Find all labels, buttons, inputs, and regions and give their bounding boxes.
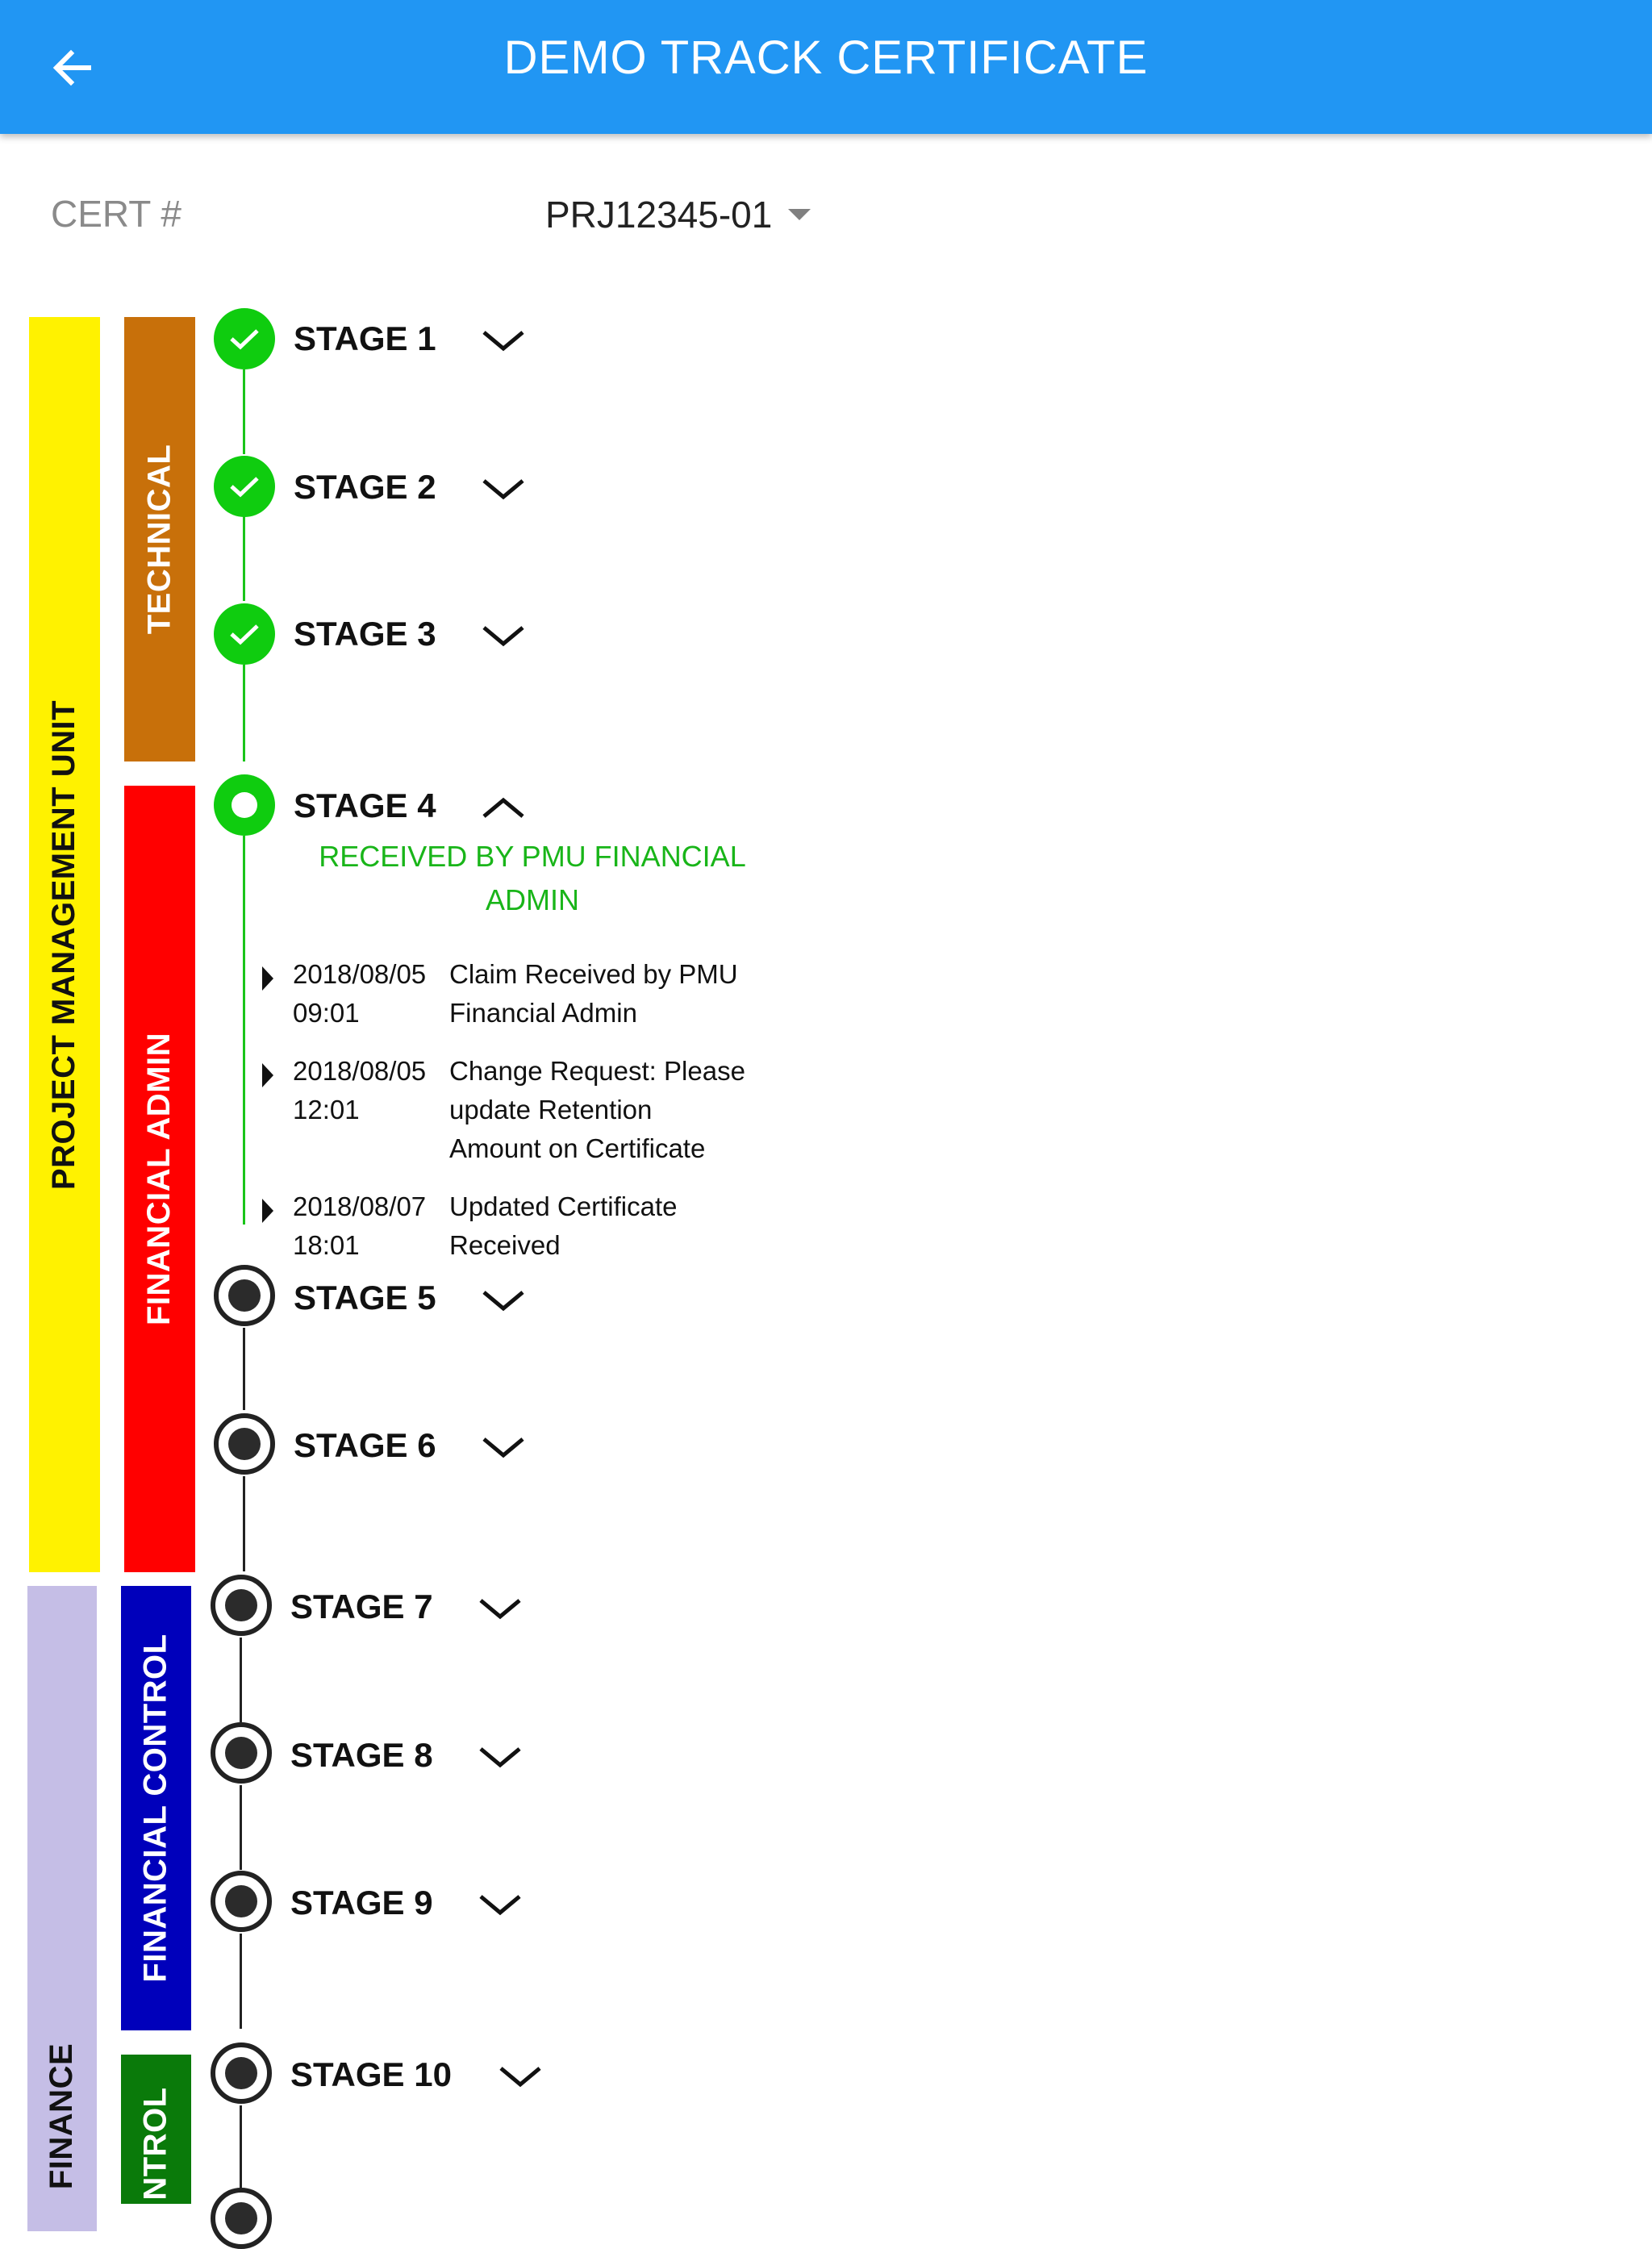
stage-label: STAGE 6	[294, 1426, 436, 1464]
chevron-down-icon[interactable]	[478, 1744, 523, 1770]
check-icon	[230, 624, 259, 645]
event-datetime: 2018/08/07 18:01	[293, 1187, 449, 1265]
chevron-down-icon[interactable]	[481, 1434, 526, 1460]
stage-pending-icon	[211, 2188, 272, 2249]
timeline-event: 2018/08/05 12:01 Change Request: Please …	[262, 1052, 827, 1168]
event-time: 12:01	[293, 1095, 360, 1124]
timeline-event: 2018/08/05 09:01 Claim Received by PMU F…	[262, 955, 827, 1033]
band-control: NTROL	[121, 2055, 191, 2204]
stage-pending-icon	[211, 2042, 272, 2104]
cert-value: PRJ12345-01	[545, 194, 773, 236]
stage-done-icon	[214, 308, 275, 369]
stage-status-line: ADMIN	[486, 883, 579, 916]
stage-done-icon	[214, 603, 275, 665]
caret-down-icon	[788, 209, 811, 220]
timeline-event: 2018/08/07 18:01 Updated Certificate Rec…	[262, 1187, 827, 1265]
stage-label: STAGE 9	[290, 1884, 433, 1921]
stage-status: RECEIVED BY PMU FINANCIAL ADMIN	[307, 835, 758, 922]
timeline-line	[240, 1934, 242, 2029]
event-description: Claim Received by PMU Financial Admin	[449, 955, 756, 1033]
chevron-down-icon[interactable]	[481, 328, 526, 353]
chevron-down-icon[interactable]	[478, 1892, 523, 1917]
chevron-down-icon[interactable]	[481, 476, 526, 502]
cert-label: CERT #	[51, 193, 181, 235]
band-financial-admin: FINANCIAL ADMIN	[124, 786, 195, 1572]
event-desc-line: update Retention	[449, 1095, 653, 1124]
event-time: 18:01	[293, 1230, 360, 1260]
event-description: Updated Certificate Received	[449, 1187, 756, 1265]
band-label: FINANCE	[44, 2042, 80, 2190]
event-datetime: 2018/08/05 12:01	[293, 1052, 449, 1168]
chevron-down-icon[interactable]	[478, 1596, 523, 1621]
band-finance: FINANCE	[27, 1586, 97, 2231]
timeline-line	[243, 1328, 245, 1410]
event-date: 2018/08/05	[293, 959, 427, 989]
stage-label: STAGE 10	[290, 2055, 452, 2093]
band-label: TECHNICAL	[141, 444, 177, 635]
stage-label: STAGE 5	[294, 1279, 436, 1316]
stage-pending-icon	[214, 1413, 275, 1475]
stage-label: STAGE 7	[290, 1588, 433, 1625]
cert-dropdown[interactable]: PRJ12345-01	[545, 190, 811, 239]
timeline-line	[243, 836, 245, 1225]
stage-pending-icon	[211, 1722, 272, 1784]
stage-pending-icon	[214, 1265, 275, 1326]
check-icon	[230, 477, 259, 498]
timeline-line	[243, 516, 245, 601]
chevron-down-icon[interactable]	[481, 1287, 526, 1313]
stage-current-icon	[214, 774, 275, 836]
band-label: PROJECT MANAGEMENT UNIT	[46, 699, 82, 1190]
timeline-line	[243, 665, 245, 761]
timeline-line	[243, 1476, 245, 1571]
stage-label: STAGE 8	[290, 1736, 433, 1774]
timeline-line	[243, 369, 245, 454]
stage-status-line: RECEIVED BY PMU FINANCIAL	[319, 840, 746, 873]
event-date: 2018/08/07	[293, 1191, 427, 1221]
event-desc-line: Financial Admin	[449, 998, 637, 1028]
stage-pending-icon	[211, 1871, 272, 1932]
event-time: 09:01	[293, 998, 360, 1028]
event-desc-line: Claim Received by PMU	[449, 959, 738, 989]
stage-label: STAGE 2	[294, 468, 436, 506]
stage-done-icon	[214, 456, 275, 517]
chevron-down-icon[interactable]	[481, 623, 526, 649]
check-icon	[230, 329, 259, 350]
event-desc-line: Received	[449, 1230, 561, 1260]
chevron-up-icon[interactable]	[481, 795, 526, 821]
app-bar: DEMO TRACK CERTIFICATE	[0, 0, 1652, 134]
play-icon[interactable]	[262, 966, 273, 991]
band-label: NTROL	[138, 2087, 174, 2201]
event-datetime: 2018/08/05 09:01	[293, 955, 449, 1033]
band-label: FINANCIAL ADMIN	[141, 1032, 177, 1326]
event-date: 2018/08/05	[293, 1056, 427, 1086]
stage-label: STAGE 4	[294, 787, 436, 824]
event-desc-line: Updated Certificate	[449, 1191, 678, 1221]
band-label: FINANCIAL CONTROL	[138, 1634, 174, 1983]
band-project-management-unit: PROJECT MANAGEMENT UNIT	[29, 317, 100, 1572]
play-icon[interactable]	[262, 1063, 273, 1087]
stage-label: STAGE 3	[294, 615, 436, 653]
play-icon[interactable]	[262, 1199, 273, 1223]
timeline-line	[240, 1785, 242, 1870]
band-financial-control: FINANCIAL CONTROL	[121, 1586, 191, 2030]
chevron-down-icon[interactable]	[498, 2063, 543, 2089]
timeline-line	[240, 1638, 242, 1722]
stage-label: STAGE 1	[294, 319, 436, 357]
band-technical: TECHNICAL	[124, 317, 195, 761]
stage-pending-icon	[211, 1575, 272, 1636]
page-title: DEMO TRACK CERTIFICATE	[503, 31, 1149, 84]
event-description: Change Request: Please update Retention …	[449, 1052, 756, 1168]
event-desc-line: Amount on Certificate	[449, 1133, 706, 1163]
event-desc-line: Change Request: Please	[449, 1056, 745, 1086]
